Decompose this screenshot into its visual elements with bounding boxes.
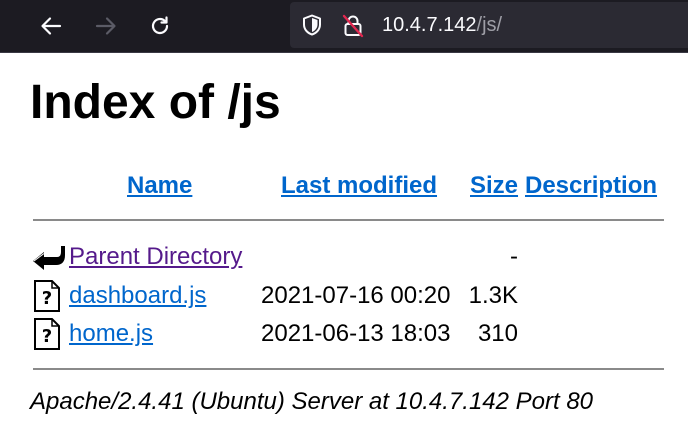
- size-cell: 310: [477, 320, 518, 347]
- file-link-dashboard[interactable]: dashboard.js: [69, 282, 206, 310]
- sort-by-name-link[interactable]: Name: [127, 172, 192, 200]
- sort-by-last-modified-link[interactable]: Last modified: [281, 172, 437, 200]
- url-host: 10.4.7.142: [382, 14, 477, 36]
- svg-text:?: ?: [42, 288, 52, 309]
- parent-directory-link[interactable]: Parent Directory: [69, 243, 242, 271]
- insecure-lock-icon[interactable]: [342, 14, 364, 38]
- unknown-file-icon: ?: [34, 318, 60, 350]
- url-text[interactable]: 10.4.7.142/js/: [382, 14, 502, 36]
- last-modified-cell: 2021-06-13 18:03: [261, 320, 451, 347]
- url-path: /js/: [476, 14, 503, 36]
- back-arrow-icon: [33, 246, 65, 270]
- table-row: ? home.js 2021-06-13 18:03 310: [30, 318, 670, 350]
- directory-listing: Index of /js Name Last modified Size Des…: [0, 53, 688, 441]
- unknown-file-icon: ?: [34, 280, 60, 312]
- arrow-right-icon: [95, 17, 116, 35]
- file-link-home[interactable]: home.js: [69, 320, 153, 348]
- arrow-left-icon: [41, 17, 62, 35]
- size-cell: -: [510, 243, 518, 270]
- server-signature: Apache/2.4.41 (Ubuntu) Server at 10.4.7.…: [30, 388, 594, 415]
- size-cell: 1.3K: [468, 282, 518, 309]
- forward-button[interactable]: [88, 8, 124, 44]
- table-row: Parent Directory -: [30, 241, 670, 273]
- browser-toolbar: 10.4.7.142/js/: [0, 0, 688, 53]
- header-divider: [33, 219, 664, 221]
- address-bar[interactable]: 10.4.7.142/js/: [290, 2, 688, 48]
- reload-icon: [151, 16, 169, 35]
- footer-divider: [33, 368, 664, 370]
- page-title: Index of /js: [30, 76, 281, 129]
- svg-text:?: ?: [42, 326, 52, 347]
- sort-by-description-link[interactable]: Description: [525, 172, 657, 200]
- back-button[interactable]: [33, 8, 69, 44]
- table-row: ? dashboard.js 2021-07-16 00:20 1.3K: [30, 280, 670, 312]
- sort-by-size-link[interactable]: Size: [470, 172, 518, 200]
- reload-button[interactable]: [142, 8, 178, 44]
- last-modified-cell: 2021-07-16 00:20: [261, 282, 451, 309]
- shield-icon[interactable]: [302, 14, 322, 36]
